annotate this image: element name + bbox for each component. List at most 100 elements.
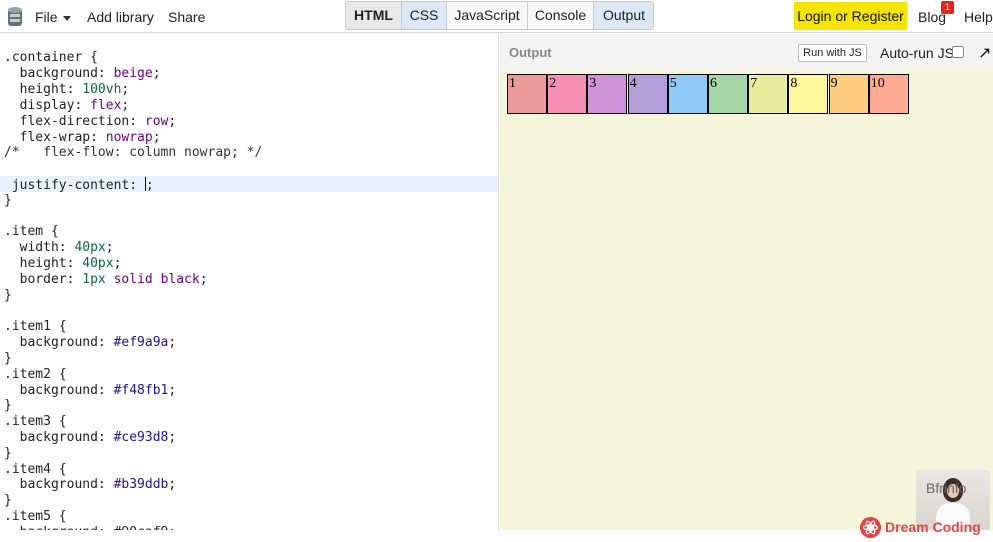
tab-console[interactable]: Console: [528, 2, 594, 29]
output-header: Output Run with JS Auto-run JS ↗: [500, 34, 993, 70]
output-title: Output: [509, 45, 552, 60]
code-line[interactable]: background: #ef9a9a;: [4, 335, 177, 351]
code-line[interactable]: display: flex;: [4, 98, 130, 114]
code-line[interactable]: .item3 {: [4, 414, 67, 430]
tab-javascript[interactable]: JavaScript: [447, 2, 528, 29]
flex-item-box: 4: [627, 74, 668, 114]
code-line[interactable]: justify-content: ;: [4, 177, 154, 193]
code-token: ;: [152, 66, 161, 81]
code-token: ;: [168, 430, 177, 445]
flex-item-box: 1: [507, 74, 547, 114]
tab-css[interactable]: CSS: [402, 2, 447, 29]
code-token: #b39ddb: [113, 477, 169, 492]
run-with-js-button[interactable]: Run with JS: [798, 44, 867, 62]
help-link[interactable]: Help: [964, 9, 993, 25]
output-panel: Output Run with JS Auto-run JS ↗ 1234567…: [500, 34, 993, 530]
code-token: ;: [152, 130, 161, 145]
jsbin-logo-icon[interactable]: [6, 5, 24, 28]
panel-tabs: HTML CSS JavaScript Console Output: [345, 1, 654, 30]
code-line[interactable]: background: #ce93d8;: [4, 430, 177, 446]
login-register-button[interactable]: Login or Register: [794, 2, 907, 30]
code-token: background:: [4, 66, 114, 81]
code-token: background:: [4, 335, 114, 350]
code-token: nowrap: [105, 130, 153, 145]
code-line[interactable]: height: 100vh;: [4, 82, 130, 98]
code-token: ;: [121, 82, 130, 97]
code-line[interactable]: }: [4, 398, 12, 414]
code-line[interactable]: .item2 {: [4, 367, 67, 383]
file-menu-label: File: [35, 9, 58, 25]
expand-arrow-icon[interactable]: ↗: [978, 43, 991, 63]
code-line[interactable]: border: 1px solid black;: [4, 272, 208, 288]
code-line[interactable]: background: #90caf9;: [4, 525, 177, 530]
code-line[interactable]: }: [4, 288, 12, 304]
code-token: ;: [168, 383, 177, 398]
code-token: display:: [4, 98, 91, 113]
code-line[interactable]: height: 40px;: [4, 256, 122, 272]
dream-coding-text: Dream Coding: [885, 519, 981, 535]
code-token: .item {: [4, 224, 59, 239]
code-token: .item3 {: [4, 414, 67, 429]
code-token: }: [4, 193, 12, 208]
flex-item-box: 6: [708, 74, 748, 114]
code-token: height:: [4, 256, 83, 271]
auto-run-label: Auto-run JS: [880, 45, 954, 61]
code-token: .item1 {: [4, 319, 67, 334]
code-line[interactable]: }: [4, 193, 12, 209]
code-token: .container {: [4, 50, 98, 65]
code-line[interactable]: .item5 {: [4, 509, 67, 525]
code-token: ;: [105, 240, 114, 255]
code-token: black: [160, 272, 200, 287]
code-token: background:: [4, 430, 114, 445]
auto-run-checkbox[interactable]: [952, 46, 964, 58]
avatar-caption: Bfrinfo: [926, 480, 967, 496]
code-line[interactable]: }: [4, 351, 12, 367]
code-line[interactable]: }: [4, 446, 12, 462]
code-token: beige: [113, 66, 153, 81]
flex-item-box: 5: [667, 74, 708, 114]
code-token: background:: [4, 477, 114, 492]
flex-item-box: 8: [788, 74, 829, 114]
code-token: /* flex-flow: column nowrap; */: [4, 145, 263, 160]
dream-coding-logo-icon: [860, 517, 881, 538]
code-line[interactable]: .item1 {: [4, 319, 67, 335]
code-token: flex-direction:: [4, 114, 145, 129]
code-token: .item2 {: [4, 367, 67, 382]
code-line[interactable]: flex-direction: row;: [4, 114, 177, 130]
share-menu[interactable]: Share: [168, 9, 205, 25]
code-line[interactable]: .item {: [4, 224, 59, 240]
flex-item-box: 10: [868, 74, 909, 114]
tab-html[interactable]: HTML: [346, 2, 402, 29]
code-token: justify-content:: [4, 178, 145, 193]
add-library-menu[interactable]: Add library: [87, 9, 154, 25]
code-line[interactable]: flex-wrap: nowrap;: [4, 130, 161, 146]
tab-output[interactable]: Output: [594, 2, 653, 29]
code-token: .item5 {: [4, 509, 67, 524]
code-line[interactable]: }: [4, 493, 12, 509]
code-line[interactable]: .item4 {: [4, 462, 67, 478]
code-token: ;: [113, 256, 122, 271]
flex-item-box: 9: [828, 74, 869, 114]
code-token: background: #90caf9;: [4, 525, 177, 530]
code-token: #ce93d8: [113, 430, 169, 445]
code-token: ;: [168, 114, 177, 129]
code-line[interactable]: background: beige;: [4, 66, 161, 82]
code-token: }: [4, 446, 12, 461]
code-token: ;: [121, 98, 130, 113]
code-token: width:: [4, 240, 75, 255]
css-editor[interactable]: .container { background: beige; height: …: [0, 34, 499, 530]
chevron-down-icon: [62, 15, 71, 21]
file-menu[interactable]: File: [35, 9, 71, 25]
code-line[interactable]: /* flex-flow: column nowrap; */: [4, 145, 262, 161]
code-token: background:: [4, 383, 114, 398]
flex-item-box: 2: [547, 74, 588, 114]
code-token: #f48fb1: [113, 383, 169, 398]
code-token: 100vh: [82, 82, 122, 97]
code-line[interactable]: .container {: [4, 50, 98, 66]
code-line[interactable]: width: 40px;: [4, 240, 114, 256]
code-token: #ef9a9a: [113, 335, 169, 350]
code-line[interactable]: background: #b39ddb;: [4, 477, 177, 493]
top-navbar: File Add library Share HTML CSS JavaScri…: [0, 0, 993, 33]
code-token: }: [4, 398, 12, 413]
code-line[interactable]: background: #f48fb1;: [4, 383, 177, 399]
